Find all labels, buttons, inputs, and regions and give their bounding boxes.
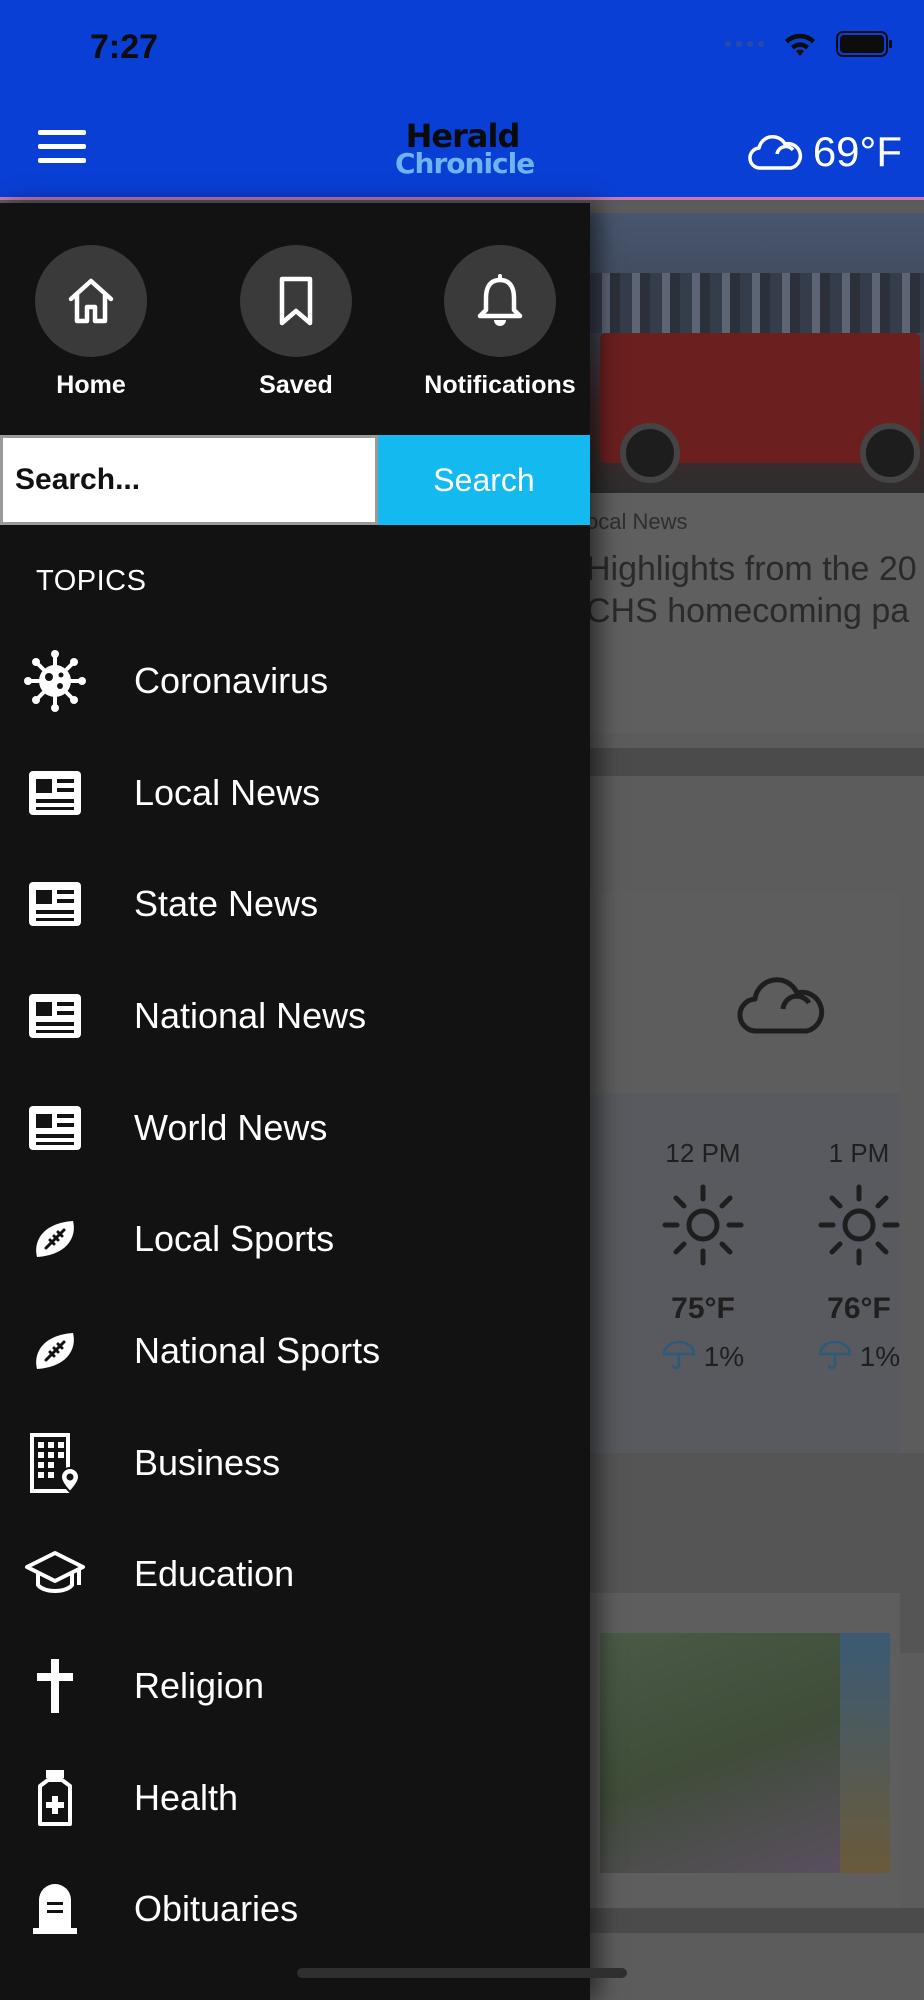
search-button[interactable]: Search (378, 435, 590, 525)
forecast-rain: 1% (804, 1340, 914, 1373)
menu-icon[interactable] (38, 130, 86, 164)
quick-link-label: Saved (259, 371, 333, 399)
umbrella-icon (818, 1340, 852, 1370)
sun-icon (818, 1184, 900, 1266)
quick-link-saved[interactable]: Saved (211, 245, 381, 400)
quick-link-circle (444, 245, 556, 357)
quick-link-circle (35, 245, 147, 357)
topic-label: Obituaries (134, 1888, 299, 1930)
topic-obituaries[interactable]: Obituaries (0, 1854, 590, 1966)
forecast-rain: 1% (648, 1340, 758, 1373)
newspaper-icon (29, 993, 81, 1038)
article-photo[interactable] (840, 1633, 890, 1873)
article-category: ocal News (590, 509, 688, 534)
forecast-rain-value: 1% (859, 1341, 901, 1372)
battery-icon (836, 31, 892, 57)
topic-state-news[interactable]: State News (0, 848, 590, 960)
forecast-temp: 75°F (671, 1292, 735, 1325)
navigation-drawer: Home Saved Notifications Search TOPICS (0, 203, 590, 2000)
quick-link-label: Home (56, 371, 126, 399)
cross-icon (37, 1659, 73, 1714)
topic-local-news[interactable]: Local News (0, 737, 590, 849)
topic-national-sports[interactable]: National Sports (0, 1295, 590, 1407)
article-photo[interactable] (600, 1633, 840, 1873)
signal-icon (725, 41, 764, 47)
status-icons (725, 30, 894, 58)
sun-icon (662, 1184, 744, 1266)
top-app-bar: 7:27 Herald Chronicle 69°F (0, 0, 924, 200)
topic-label: National Sports (134, 1329, 381, 1371)
topic-religion[interactable]: Religion (0, 1630, 590, 1742)
background-feed: ocal News Highlights from the 20 CHS hom… (590, 203, 924, 2000)
weather-temp: 69°F (812, 128, 902, 175)
medicine-bottle-icon (38, 1769, 72, 1826)
topic-label: World News (134, 1106, 328, 1148)
topics-header: TOPICS (36, 565, 147, 597)
search-bar: Search (0, 435, 590, 525)
article-title[interactable]: Highlights from the 20 CHS homecoming pa (590, 548, 917, 632)
forecast-temp: 76°F (827, 1292, 891, 1325)
topic-label: Coronavirus (134, 659, 329, 701)
forecast-time: 1 PM (828, 1138, 890, 1168)
quick-link-home[interactable]: Home (6, 245, 176, 400)
forecast-hour: 12 PM 75°F 1% (648, 1138, 758, 1373)
topic-label: Local News (134, 771, 321, 813)
app-logo[interactable]: Herald Chronicle (395, 120, 535, 180)
wifi-icon (785, 33, 815, 56)
cloud-icon (737, 977, 825, 1034)
topic-world-news[interactable]: World News (0, 1072, 590, 1184)
logo-line2: Chronicle (395, 146, 535, 180)
topic-label: Business (134, 1441, 281, 1483)
quick-link-circle (240, 245, 352, 357)
newspaper-icon (29, 770, 81, 815)
topic-education[interactable]: Education (0, 1519, 590, 1631)
topic-label: State News (134, 883, 319, 925)
football-icon (36, 1221, 74, 1258)
search-input[interactable] (0, 435, 378, 525)
umbrella-icon (662, 1340, 696, 1370)
bell-icon (477, 274, 523, 326)
topic-national-news[interactable]: National News (0, 960, 590, 1072)
quick-link-notifications[interactable]: Notifications (415, 245, 585, 400)
home-indicator[interactable] (297, 1968, 627, 1978)
newspaper-icon (29, 882, 81, 927)
home-icon (68, 278, 114, 324)
topic-label: Local Sports (134, 1218, 335, 1260)
forecast-rain-value: 1% (703, 1341, 745, 1372)
virus-icon (24, 649, 86, 712)
headstone-icon (33, 1884, 77, 1935)
cloud-icon (748, 135, 802, 170)
topic-local-sports[interactable]: Local Sports (0, 1183, 590, 1295)
topic-business[interactable]: Business (0, 1407, 590, 1519)
header-weather[interactable]: 69°F (747, 128, 902, 176)
topic-label: Religion (134, 1665, 265, 1707)
football-icon (36, 1332, 74, 1369)
building-icon (30, 1432, 81, 1494)
topic-label: Education (134, 1553, 295, 1595)
status-time: 7:27 (90, 28, 159, 66)
topic-health[interactable]: Health (0, 1742, 590, 1854)
forecast-hour: 1 PM 76°F 1% (804, 1138, 914, 1373)
article-title-line2: CHS homecoming pa (590, 592, 910, 630)
topic-label: Health (134, 1776, 239, 1818)
bookmark-icon (279, 276, 313, 326)
topics-list: Coronavirus Local News State News Nation… (0, 625, 590, 1965)
topic-label: National News (134, 994, 367, 1036)
newspaper-icon (29, 1105, 81, 1150)
article-title-line1: Highlights from the 20 (590, 550, 917, 588)
article-hero-image[interactable] (590, 213, 924, 493)
forecast-time: 12 PM (665, 1138, 741, 1168)
topic-coronavirus[interactable]: Coronavirus (0, 625, 590, 737)
quick-link-label: Notifications (424, 371, 576, 399)
graduation-cap-icon (25, 1551, 85, 1594)
